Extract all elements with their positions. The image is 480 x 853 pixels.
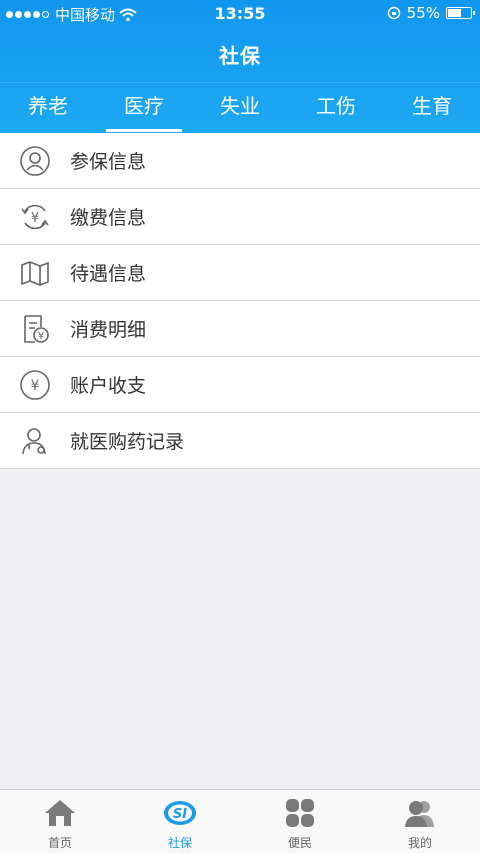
menu-item-medical-record[interactable]: 就医购药记录 — [0, 413, 480, 469]
nav-label: 我的 — [407, 836, 432, 850]
nav-label: 便民 — [287, 836, 312, 850]
tab-maternity[interactable]: 生育 — [384, 83, 480, 133]
nav-convenience[interactable]: 便民 — [240, 790, 360, 853]
status-bar: 中国移动 13:55 55% — [0, 0, 480, 28]
menu-item-label: 参保信息 — [70, 151, 147, 173]
menu-item-payment-info[interactable]: ¥ 缴费信息 — [0, 189, 480, 245]
map-icon — [0, 257, 70, 289]
menu-item-label: 消费明细 — [70, 319, 147, 341]
nav-label: 社保 — [167, 836, 192, 850]
yuan-refresh-icon: ¥ — [0, 201, 70, 233]
bottom-tab-bar: 首页 SI 社保 便民 我的 — [0, 789, 480, 853]
tab-pension[interactable]: 养老 — [0, 83, 96, 133]
page-title: 社保 — [219, 44, 261, 68]
battery-icon — [446, 7, 475, 19]
status-right: 55% — [387, 4, 475, 22]
nav-home[interactable]: 首页 — [0, 790, 120, 853]
svg-text:SI: SI — [173, 807, 187, 822]
nav-social-security[interactable]: SI 社保 — [120, 790, 240, 853]
tab-medical[interactable]: 医疗 — [96, 83, 192, 133]
menu-item-benefit-info[interactable]: 待遇信息 — [0, 245, 480, 301]
menu-item-label: 缴费信息 — [70, 207, 147, 229]
menu-item-consumption-detail[interactable]: ¥ 消费明细 — [0, 301, 480, 357]
si-logo-icon: SI — [164, 801, 196, 825]
svg-text:¥: ¥ — [31, 211, 39, 226]
menu-item-account-balance[interactable]: ¥ 账户收支 — [0, 357, 480, 413]
menu-item-label: 待遇信息 — [70, 263, 147, 285]
category-tabs: 养老 医疗 失业 工伤 生育 — [0, 82, 480, 133]
nav-mine[interactable]: 我的 — [360, 790, 480, 853]
person-icon — [0, 145, 70, 177]
receipt-icon: ¥ — [0, 313, 70, 345]
svg-text:¥: ¥ — [31, 378, 40, 394]
app-header: 中国移动 13:55 55% 社保 养老 医疗 失业 工伤 生育 — [0, 0, 480, 133]
battery-percent: 55% — [406, 4, 440, 22]
svg-text:¥: ¥ — [38, 331, 44, 342]
menu-list: 参保信息 ¥ 缴费信息 待遇信息 ¥ 消费明细 ¥ 账户收支 就医购药记录 — [0, 133, 480, 469]
doctor-icon — [0, 425, 70, 457]
menu-item-label: 就医购药记录 — [70, 431, 185, 453]
home-icon — [45, 800, 75, 826]
user-icon — [405, 801, 434, 827]
menu-item-label: 账户收支 — [70, 375, 147, 397]
tab-unemployment[interactable]: 失业 — [192, 83, 288, 133]
nav-label: 首页 — [47, 836, 72, 850]
tab-work-injury[interactable]: 工伤 — [288, 83, 384, 133]
rotation-lock-icon — [387, 6, 400, 20]
yuan-circle-icon: ¥ — [0, 369, 70, 401]
menu-item-insurance-info[interactable]: 参保信息 — [0, 133, 480, 189]
grid-icon — [286, 799, 314, 827]
